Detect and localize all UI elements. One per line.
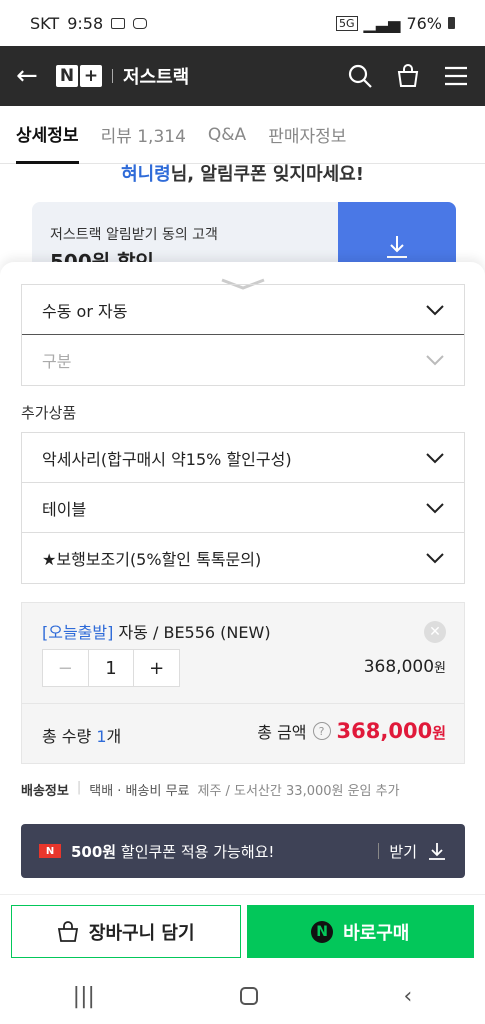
menu-icon[interactable] xyxy=(443,63,469,89)
back-nav-icon[interactable]: ‹ xyxy=(404,984,413,1009)
shipping-extra: 제주 / 도서산간 33,000원 운임 추가 xyxy=(197,784,400,799)
logo-n: N xyxy=(56,65,78,87)
coupon-desc: 할인쿠폰 적용 가능해요! xyxy=(116,842,275,861)
chevron-down-icon xyxy=(426,304,444,315)
tab-details[interactable]: 상세정보 xyxy=(16,106,79,164)
product-tabs: 상세정보 리뷰 1,314 Q&A 판매자정보 xyxy=(0,106,485,164)
system-nav-bar: ||| ‹ xyxy=(0,968,485,1024)
chevron-down-icon xyxy=(426,502,444,513)
chevron-down-icon xyxy=(426,553,444,564)
increase-qty-button[interactable]: + xyxy=(134,650,179,686)
battery-level: 76% xyxy=(406,13,442,33)
tab-seller-info[interactable]: 판매자정보 xyxy=(268,106,346,164)
divider: | xyxy=(76,780,82,795)
help-icon[interactable]: ? xyxy=(312,722,331,740)
shipping-info: 배송정보 | 택배 · 배송비 무료 제주 / 도서산간 33,000원 운임 … xyxy=(21,780,400,799)
addon-label: 추가상품 xyxy=(21,404,77,422)
buy-now-button[interactable]: N 바로구매 xyxy=(246,905,474,958)
divider xyxy=(112,69,113,83)
chevron-down-icon xyxy=(426,355,444,366)
total-qty-label: 총 수량 xyxy=(42,727,97,746)
user-name: 혀니령 xyxy=(121,164,171,185)
tab-qna[interactable]: Q&A xyxy=(208,106,246,164)
remove-item-button[interactable]: ✕ xyxy=(424,621,446,643)
option-select-category[interactable]: 구분 xyxy=(22,335,464,385)
tab-reviews[interactable]: 리뷰 1,314 xyxy=(101,106,186,164)
addon-select-accessories[interactable]: 악세사리(합구매시 약15% 할인구성) xyxy=(22,433,464,483)
logo-plus: + xyxy=(80,65,102,87)
quantity-stepper: − 1 + xyxy=(42,649,180,687)
item-price-unit: 원 xyxy=(434,661,446,676)
coupon-reminder: 혀니령님, 알림쿠폰 잊지마세요! xyxy=(0,164,485,186)
shipping-method: 택배 · 배송비 무료 xyxy=(89,784,190,799)
top-nav-bar: ← N + 저스트랙 xyxy=(0,46,485,106)
coupon-amount: 500원 xyxy=(71,842,117,861)
addon-select-group: 악세사리(합구매시 약15% 할인구성) 테이블 ★보행보조기(5%할인 톡톡문… xyxy=(21,432,465,584)
network-badge: 5G xyxy=(335,15,358,31)
clock: 9:58 xyxy=(67,13,104,33)
buy-label: 바로구매 xyxy=(343,922,410,944)
total-amount-value: 368,000 xyxy=(336,719,433,743)
coupon-get-button[interactable]: 받기 xyxy=(389,841,417,862)
selected-item-name: [오늘출발] 자동 / BE556 (NEW) xyxy=(42,619,271,643)
recent-apps-icon[interactable]: ||| xyxy=(73,984,95,1009)
addon-select-walker[interactable]: ★보행보조기(5%할인 톡톡문의) xyxy=(22,533,464,583)
coupon-bar[interactable]: N 500원 할인쿠폰 적용 가능해요! 받기 xyxy=(21,824,465,878)
purchase-actions: 장바구니 담기 N 바로구매 xyxy=(0,894,485,968)
option-select-mode[interactable]: 수동 or 자동 xyxy=(22,285,464,335)
decrease-qty-button[interactable]: − xyxy=(43,650,88,686)
item-price: 368,000원 xyxy=(364,657,446,677)
banner-caption: 저스트랙 알림받기 동의 고객 xyxy=(50,227,218,243)
reminder-text: 님, 알림쿠폰 잊지마세요! xyxy=(170,164,364,185)
shopping-bag-icon[interactable] xyxy=(395,63,421,89)
total-amount-price: 368,000원 xyxy=(337,719,446,743)
option-bottom-sheet: 수동 or 자동 구분 추가상품 악세사리(합구매시 약15% 할인구성) 테이… xyxy=(0,262,485,894)
addon-select-table[interactable]: 테이블 xyxy=(22,483,464,533)
total-qty-value: 1 xyxy=(96,727,107,746)
option-placeholder: 구분 xyxy=(42,352,72,371)
qty-value[interactable]: 1 xyxy=(87,650,135,686)
selected-item-card: [오늘출발] 자동 / BE556 (NEW) ✕ − 1 + 368,000원… xyxy=(21,602,465,764)
cart-label: 장바구니 담기 xyxy=(88,922,195,944)
total-amount-unit: 원 xyxy=(432,724,446,742)
battery-icon xyxy=(448,17,455,29)
chevron-down-icon xyxy=(426,452,444,463)
naver-plus-logo[interactable]: N + xyxy=(56,65,102,87)
signal-icon: ▁▃▅ xyxy=(363,13,401,33)
search-icon[interactable] xyxy=(347,63,373,89)
addon-item-label: ★보행보조기(5%할인 톡톡문의) xyxy=(42,550,262,569)
download-icon[interactable] xyxy=(427,841,447,861)
status-bar: SKT 9:58 5G ▁▃▅ 76% xyxy=(0,0,485,46)
instagram-icon xyxy=(133,17,148,29)
total-amount: 총 금액 ? 368,000원 xyxy=(257,719,446,743)
naver-pay-icon: N xyxy=(311,920,334,943)
add-to-cart-button[interactable]: 장바구니 담기 xyxy=(11,905,241,958)
coupon-text: 500원 할인쿠폰 적용 가능해요! xyxy=(71,841,274,862)
divider xyxy=(378,843,380,859)
total-quantity: 총 수량 1개 xyxy=(42,723,121,747)
option-selected-value: 수동 or 자동 xyxy=(42,301,128,321)
naver-n-icon: N xyxy=(39,844,61,858)
home-icon[interactable] xyxy=(240,987,259,1005)
option-select-group: 수동 or 자동 구분 xyxy=(21,284,465,386)
addon-item-label: 테이블 xyxy=(42,499,87,519)
selected-item-title: 자동 / BE556 (NEW) xyxy=(113,623,271,642)
notification-icon xyxy=(111,17,126,29)
total-qty-unit: 개 xyxy=(106,727,122,746)
divider xyxy=(22,703,464,704)
today-ship-tag: [오늘출발] xyxy=(42,623,114,642)
shopping-bag-icon xyxy=(57,920,78,942)
total-amount-label: 총 금액 xyxy=(257,723,307,742)
item-price-value: 368,000 xyxy=(363,657,435,677)
store-name[interactable]: 저스트랙 xyxy=(123,63,189,89)
shipping-label: 배송정보 xyxy=(21,784,69,799)
addon-item-label: 악세사리(합구매시 약15% 할인구성) xyxy=(42,449,292,469)
back-button[interactable]: ← xyxy=(16,61,50,91)
carrier: SKT xyxy=(30,13,60,33)
